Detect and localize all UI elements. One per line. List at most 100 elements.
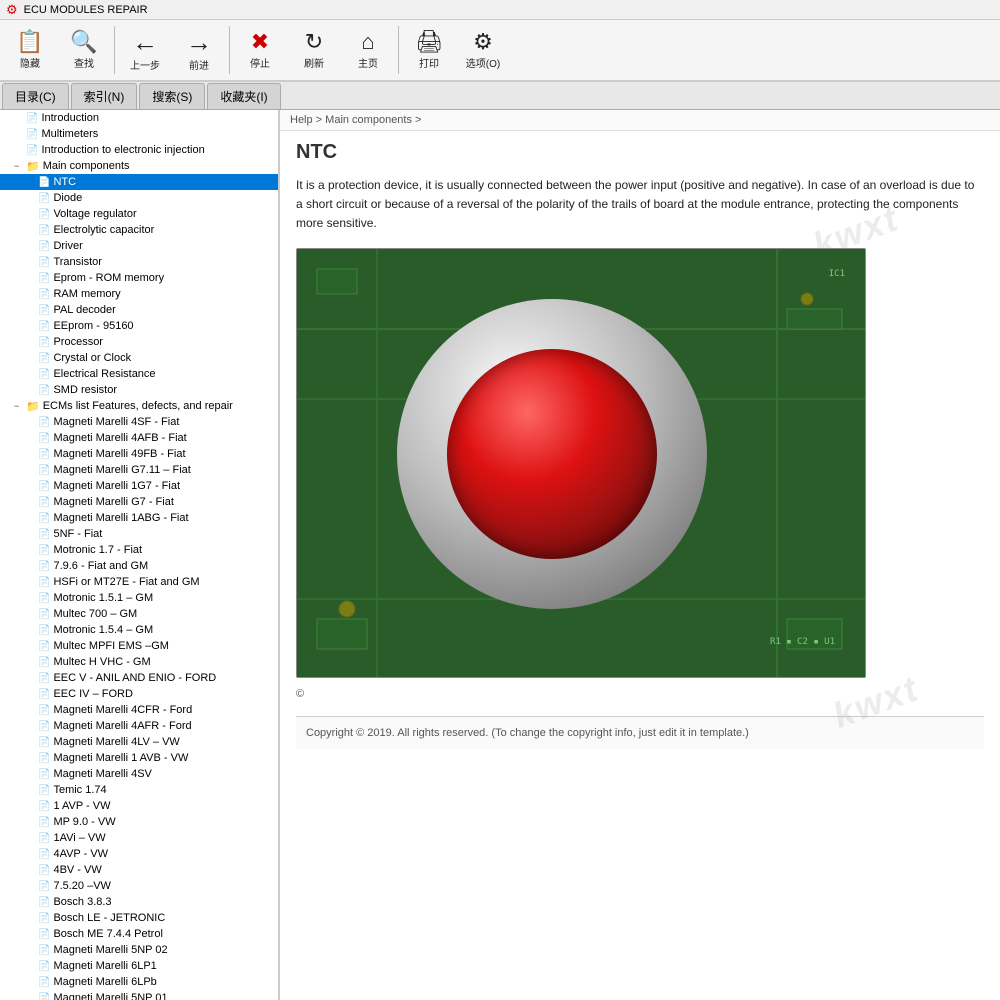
sidebar-item-5nf-fiat[interactable]: 📄5NF - Fiat <box>0 526 278 542</box>
expand-icon: − <box>14 401 24 411</box>
sidebar-item-1avi-vw[interactable]: 📄1AVi – VW <box>0 830 278 846</box>
sidebar-item-mm-5np01[interactable]: 📄Magneti Marelli 5NP 01 <box>0 990 278 1000</box>
tab-search[interactable]: 搜索(S) <box>139 83 205 109</box>
stop-button[interactable]: ✖ 停止 <box>234 22 286 78</box>
options-button[interactable]: ⚙ 选项(O) <box>457 22 509 78</box>
hide-button[interactable]: 📋 隐藏 <box>4 22 56 78</box>
sidebar-item-label: 5NF - Fiat <box>53 528 102 540</box>
doc-icon: 📄 <box>38 433 50 444</box>
sidebar-item-introduction[interactable]: 📄Introduction <box>0 110 278 126</box>
tab-contents[interactable]: 目录(C) <box>2 83 69 109</box>
sidebar-item-smd-resistor[interactable]: 📄SMD resistor <box>0 382 278 398</box>
sidebar-item-796-fiat-gm[interactable]: 📄7.9.6 - Fiat and GM <box>0 558 278 574</box>
home-icon: ⌂ <box>361 31 374 53</box>
print-button[interactable]: 🖨 打印 <box>403 22 455 78</box>
sidebar[interactable]: 📄Introduction📄Multimeters📄Introduction t… <box>0 110 280 1000</box>
sidebar-item-multec-700[interactable]: 📄Multec 700 – GM <box>0 606 278 622</box>
sidebar-item-eprom-rom[interactable]: 📄Eprom - ROM memory <box>0 270 278 286</box>
tab-favorites[interactable]: 收藏夹(I) <box>207 83 280 109</box>
doc-icon: 📄 <box>38 305 50 316</box>
sidebar-item-eec-iv[interactable]: 📄EEC IV – FORD <box>0 686 278 702</box>
sidebar-item-driver[interactable]: 📄Driver <box>0 238 278 254</box>
doc-icon: 📄 <box>38 417 50 428</box>
doc-icon: 📄 <box>38 817 50 828</box>
sidebar-item-label: Magneti Marelli 1ABG - Fiat <box>53 512 188 524</box>
doc-icon: 📄 <box>38 673 50 684</box>
sidebar-item-mm-5np02[interactable]: 📄Magneti Marelli 5NP 02 <box>0 942 278 958</box>
sidebar-item-label: NTC <box>53 176 76 188</box>
sidebar-item-voltage-regulator[interactable]: 📄Voltage regulator <box>0 206 278 222</box>
sidebar-item-mm-6lp1[interactable]: 📄Magneti Marelli 6LP1 <box>0 958 278 974</box>
forward-button[interactable]: → 前进 <box>173 22 225 78</box>
sidebar-item-ntc[interactable]: 📄NTC <box>0 174 278 190</box>
sidebar-item-4avp-vw[interactable]: 📄4AVP - VW <box>0 846 278 862</box>
sidebar-item-pal-decoder[interactable]: 📄PAL decoder <box>0 302 278 318</box>
sidebar-item-main-components[interactable]: −📁Main components <box>0 158 278 174</box>
sidebar-item-eeprom-95160[interactable]: 📄EEprom - 95160 <box>0 318 278 334</box>
sidebar-item-mm-4lv[interactable]: 📄Magneti Marelli 4LV – VW <box>0 734 278 750</box>
sidebar-item-multimeters[interactable]: 📄Multimeters <box>0 126 278 142</box>
sidebar-item-mm-1avb[interactable]: 📄Magneti Marelli 1 AVB - VW <box>0 750 278 766</box>
sidebar-item-mm-6lpb[interactable]: 📄Magneti Marelli 6LPb <box>0 974 278 990</box>
sidebar-item-ram-memory[interactable]: 📄RAM memory <box>0 286 278 302</box>
back-button[interactable]: ← 上一步 <box>119 22 171 78</box>
sidebar-item-label: Crystal or Clock <box>53 352 131 364</box>
expand-icon: − <box>14 161 24 171</box>
sidebar-item-mm-g711[interactable]: 📄Magneti Marelli G7.11 – Fiat <box>0 462 278 478</box>
sidebar-item-bosch-me744[interactable]: 📄Bosch ME 7.4.4 Petrol <box>0 926 278 942</box>
sidebar-item-hsfi-mt27e[interactable]: 📄HSFi or MT27E - Fiat and GM <box>0 574 278 590</box>
sidebar-item-label: Electrolytic capacitor <box>53 224 154 236</box>
sidebar-item-intro-electronic[interactable]: 📄Introduction to electronic injection <box>0 142 278 158</box>
sidebar-item-mm-4cfr[interactable]: 📄Magneti Marelli 4CFR - Ford <box>0 702 278 718</box>
sidebar-item-label: Motronic 1.5.1 – GM <box>53 592 153 604</box>
back-icon: ← <box>132 29 158 55</box>
sidebar-item-transistor[interactable]: 📄Transistor <box>0 254 278 270</box>
sidebar-item-electrolytic-capacitor[interactable]: 📄Electrolytic capacitor <box>0 222 278 238</box>
sidebar-item-label: Main components <box>43 160 130 172</box>
sidebar-item-1avp-vw[interactable]: 📄1 AVP - VW <box>0 798 278 814</box>
sidebar-item-multec-h-vhc[interactable]: 📄Multec H VHC - GM <box>0 654 278 670</box>
sidebar-item-ecms-list[interactable]: −📁ECMs list Features, defects, and repai… <box>0 398 278 414</box>
sidebar-item-bosch-le[interactable]: 📄Bosch LE - JETRONIC <box>0 910 278 926</box>
sidebar-item-processor[interactable]: 📄Processor <box>0 334 278 350</box>
footer-copyright: Copyright © 2019. All rights reserved. (… <box>296 716 984 749</box>
home-button[interactable]: ⌂ 主页 <box>342 22 394 78</box>
doc-icon: 📄 <box>38 385 50 396</box>
find-button[interactable]: 🔍 查找 <box>58 22 110 78</box>
tab-index[interactable]: 索引(N) <box>71 83 138 109</box>
sidebar-item-label: SMD resistor <box>53 384 117 396</box>
sidebar-item-4bv-vw[interactable]: 📄4BV - VW <box>0 862 278 878</box>
sidebar-item-label: Temic 1.74 <box>53 784 106 796</box>
separator-1 <box>114 26 115 74</box>
sidebar-item-mm-1g7[interactable]: 📄Magneti Marelli 1G7 - Fiat <box>0 478 278 494</box>
sidebar-item-mm-4sf-fiat[interactable]: 📄Magneti Marelli 4SF - Fiat <box>0 414 278 430</box>
sidebar-item-bosch-383[interactable]: 📄Bosch 3.8.3 <box>0 894 278 910</box>
sidebar-item-temic-174[interactable]: 📄Temic 1.74 <box>0 782 278 798</box>
sidebar-item-eec-v[interactable]: 📄EEC V - ANIL AND ENIO - FORD <box>0 670 278 686</box>
sidebar-item-motronic-154[interactable]: 📄Motronic 1.5.4 – GM <box>0 622 278 638</box>
sidebar-item-7520-vw[interactable]: 📄7.5.20 –VW <box>0 878 278 894</box>
sidebar-item-electrical-resistance[interactable]: 📄Electrical Resistance <box>0 366 278 382</box>
sidebar-item-multec-mpfi[interactable]: 📄Multec MPFI EMS –GM <box>0 638 278 654</box>
sidebar-item-mm-4sv[interactable]: 📄Magneti Marelli 4SV <box>0 766 278 782</box>
sidebar-item-mm-4afr[interactable]: 📄Magneti Marelli 4AFR - Ford <box>0 718 278 734</box>
sidebar-item-mm-4afb[interactable]: 📄Magneti Marelli 4AFB - Fiat <box>0 430 278 446</box>
refresh-label: 刷新 <box>304 55 324 70</box>
sidebar-item-label: EEprom - 95160 <box>53 320 133 332</box>
refresh-button[interactable]: ↻ 刷新 <box>288 22 340 78</box>
sidebar-item-crystal-clock[interactable]: 📄Crystal or Clock <box>0 350 278 366</box>
sidebar-item-mm-49fb[interactable]: 📄Magneti Marelli 49FB - Fiat <box>0 446 278 462</box>
sidebar-item-label: Bosch 3.8.3 <box>53 896 111 908</box>
doc-icon: 📄 <box>38 705 50 716</box>
sidebar-item-mp90-vw[interactable]: 📄MP 9.0 - VW <box>0 814 278 830</box>
ntc-image: R1 ▪ C2 ▪ U1 IC1 <box>296 248 866 678</box>
sidebar-item-label: Magneti Marelli 4AFB - Fiat <box>53 432 186 444</box>
sidebar-item-label: 1AVi – VW <box>53 832 105 844</box>
sidebar-item-motronic-17[interactable]: 📄Motronic 1.7 - Fiat <box>0 542 278 558</box>
doc-icon: 📄 <box>38 769 50 780</box>
sidebar-item-mm-1abg[interactable]: 📄Magneti Marelli 1ABG - Fiat <box>0 510 278 526</box>
sidebar-item-mm-g7[interactable]: 📄Magneti Marelli G7 - Fiat <box>0 494 278 510</box>
sidebar-item-diode[interactable]: 📄Diode <box>0 190 278 206</box>
sidebar-item-motronic-151[interactable]: 📄Motronic 1.5.1 – GM <box>0 590 278 606</box>
sidebar-item-label: Magneti Marelli 1 AVB - VW <box>53 752 188 764</box>
